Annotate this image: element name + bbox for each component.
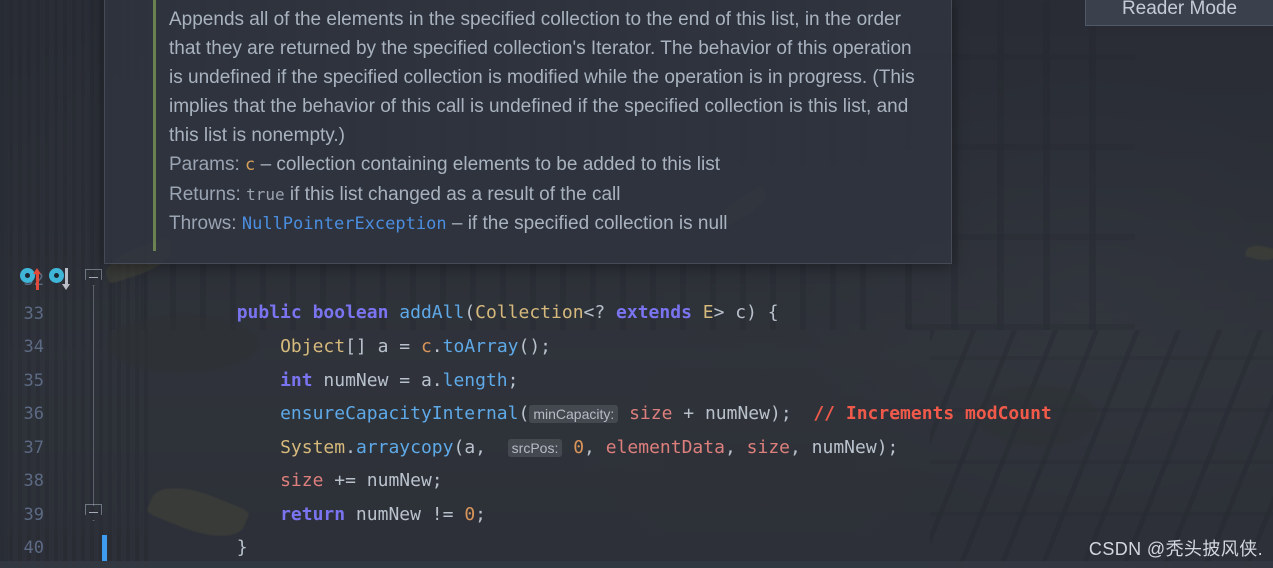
token-punct: , xyxy=(584,436,606,458)
doc-returns-label: Returns: xyxy=(169,184,241,205)
token-punct: <? xyxy=(583,301,617,323)
parameter-hint-srcpos: srcPos: xyxy=(507,438,563,457)
token-keyword: extends xyxy=(616,301,692,323)
doc-returns-code: true xyxy=(246,185,285,204)
token-punct: } xyxy=(236,536,248,558)
token-text: numNew != xyxy=(345,503,465,525)
token-punct: ; xyxy=(475,503,486,525)
code-line[interactable]: } xyxy=(150,497,248,568)
reader-mode-accent-line xyxy=(153,0,156,251)
doc-params-section: Params: c – collection containing elemen… xyxy=(169,150,929,180)
bottom-bar xyxy=(0,561,1273,568)
watermark: CSDN @秃头披风侠. xyxy=(1088,539,1263,559)
doc-returns-section: Returns: true if this list changed as a … xyxy=(169,180,929,209)
editor-window: 32 33 34 35 36 37 38 39 40 public boolea… xyxy=(0,0,1273,568)
token-punct: > c) { xyxy=(713,301,779,323)
token-punct: (a, xyxy=(453,436,508,458)
doc-params-label: Params: xyxy=(169,154,240,175)
token-number: 0 xyxy=(573,436,585,458)
token-field: elementData xyxy=(605,436,725,458)
doc-paragraph: Appends all of the elements in the speci… xyxy=(169,9,915,146)
token-keyword: return xyxy=(280,503,346,525)
doc-param-name: c xyxy=(245,155,256,175)
documentation-body: Appends all of the elements in the speci… xyxy=(169,5,929,239)
doc-throws-label: Throws: xyxy=(169,213,237,234)
reader-mode-button[interactable]: Reader Mode xyxy=(1085,0,1273,26)
doc-throws-dash: – xyxy=(451,213,463,234)
token-punct: , xyxy=(724,436,747,458)
doc-param-dash: – xyxy=(260,154,272,175)
token-punct: (); xyxy=(518,335,552,357)
documentation-popup[interactable]: Appends all of the elements in the speci… xyxy=(104,0,952,264)
reader-mode-label: Reader Mode xyxy=(1121,0,1238,19)
doc-throws-section: Throws: NullPointerException – if the sp… xyxy=(169,209,929,239)
doc-returns-description: if this list changed as a result of the … xyxy=(289,184,621,205)
token-number: 0 xyxy=(464,503,476,525)
text-caret xyxy=(102,535,107,561)
doc-throws-description: if the specified collection is null xyxy=(467,213,728,234)
token-field: size xyxy=(746,436,790,458)
token-punct: , numNew); xyxy=(790,436,899,458)
doc-param-description: collection containing elements to be add… xyxy=(276,154,721,175)
token-type: E xyxy=(702,301,714,323)
doc-throws-type-link[interactable]: NullPointerException xyxy=(242,214,447,234)
